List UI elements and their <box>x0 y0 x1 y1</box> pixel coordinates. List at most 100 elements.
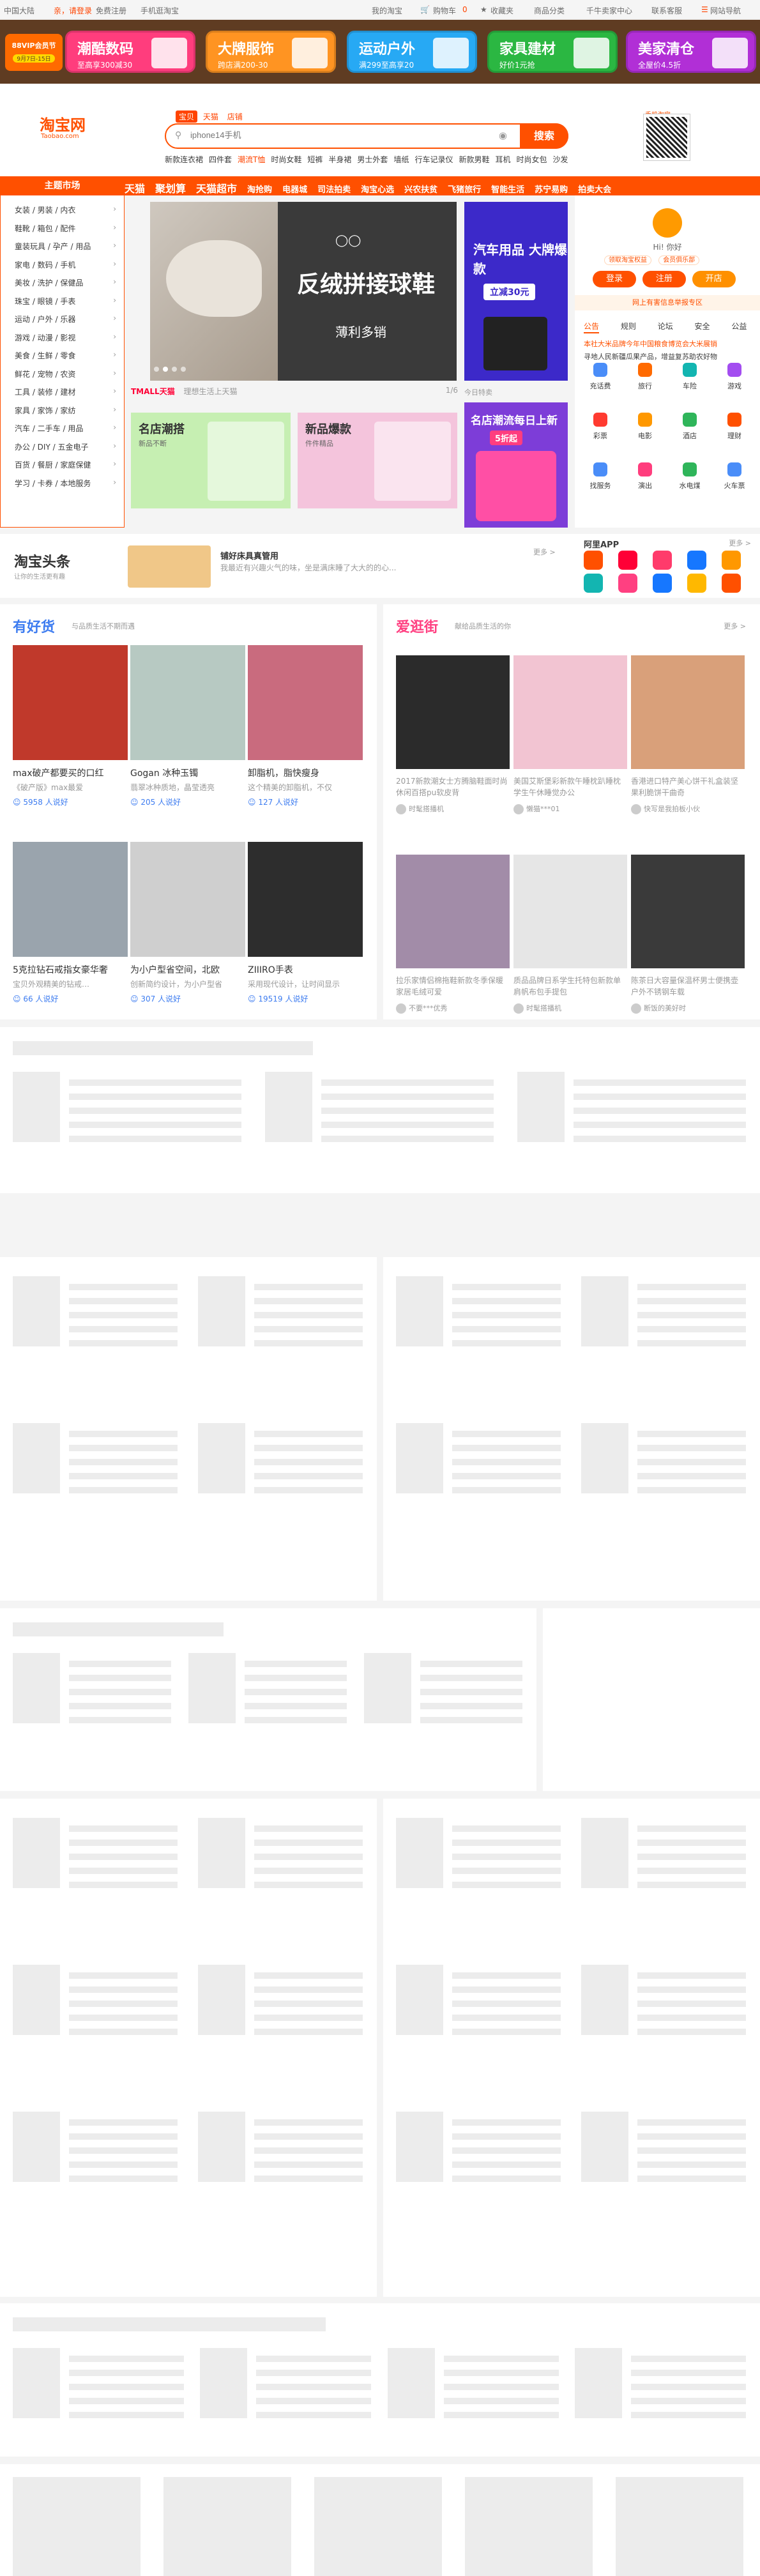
search-tab-tmall[interactable]: 天猫 <box>200 111 222 123</box>
promo-card[interactable]: 家具建材 好价1元抢 <box>487 31 618 73</box>
product-card[interactable]: 为小户型省空间，北欧 创新简约设计，为小户型省 ☺ 307 人说好 <box>130 842 245 1004</box>
login-link[interactable]: 亲，请登录 <box>54 5 92 16</box>
hot-word-link[interactable]: 半身裙 <box>328 155 351 164</box>
category-item[interactable]: 汽车 / 二手车 / 用品 <box>15 423 83 434</box>
hot-word-link[interactable]: 新款连衣裙 <box>165 155 203 164</box>
promo-card[interactable]: 美家清仓 全屋价4.5折 <box>626 31 756 73</box>
search-tab-shop[interactable]: 店铺 <box>224 111 246 123</box>
nav-item[interactable]: 智能生活 <box>491 185 524 195</box>
street-card[interactable]: 香港进口特产美心饼干礼盒装坚果利脆饼干曲奇 快写是我拍板小伙 <box>631 655 745 814</box>
street-card[interactable]: 2017新款潮女士方腾脑鞋面时尚休闲百搭pu软皮背 时髦搭播机 <box>396 655 510 814</box>
nav-item[interactable]: 淘宝心选 <box>361 185 394 195</box>
nav-item[interactable]: 司法拍卖 <box>317 185 351 195</box>
service-item[interactable]: 找服务 <box>581 462 619 491</box>
nav-item[interactable]: 天猫 <box>125 183 145 195</box>
register-button[interactable]: 注册 <box>642 271 686 287</box>
search-button[interactable]: 搜索 <box>520 123 568 149</box>
tab-notice[interactable]: 公告 <box>584 322 600 333</box>
hot-word-link[interactable]: 时尚女鞋 <box>271 155 301 164</box>
nav-item[interactable]: 飞猪旅行 <box>448 185 481 195</box>
hot-word-link[interactable]: 沙发 <box>553 155 568 164</box>
taobao-logo[interactable]: 淘宝网 <box>40 112 86 135</box>
app-icon[interactable] <box>618 574 637 593</box>
nav-item[interactable]: 拍卖大会 <box>578 185 611 195</box>
favorites-link[interactable]: 收藏夹 <box>490 5 513 16</box>
street-card[interactable]: 质品品牌日系学生托特包新款单肩帆布包手提包 时髦搭播机 <box>513 855 627 1014</box>
category-item[interactable]: 珠宝 / 眼镜 / 手表 <box>15 296 75 307</box>
aiguangjie-title[interactable]: 爱逛街 <box>396 616 438 636</box>
app-icon[interactable] <box>584 551 603 570</box>
cart-icon[interactable]: 🛒 <box>420 5 430 14</box>
service-item[interactable]: 酒店 <box>671 413 709 441</box>
service-item[interactable]: 演出 <box>626 462 664 491</box>
banner-dots[interactable] <box>154 365 190 374</box>
street-card[interactable]: 拉乐家情侣棉拖鞋新款冬季保暖家居毛绒可爱 不要***优秀 <box>396 855 510 1014</box>
app-icon[interactable] <box>653 574 672 593</box>
app-icon[interactable] <box>722 551 741 570</box>
product-card[interactable]: max破产都要买的口红 《破产版》max最爱 ☺ 5958 人说好 <box>13 645 128 807</box>
app-icon[interactable] <box>722 574 741 593</box>
headline-title[interactable]: 铺好床具真管用 <box>220 549 278 561</box>
fashion-ad[interactable]: 名店潮流每日上新 5折起 <box>464 402 568 528</box>
hot-word-link[interactable]: 男士外套 <box>357 155 388 164</box>
sitemap-link[interactable]: 网站导航 <box>710 5 741 16</box>
nav-item[interactable]: 天猫超市 <box>196 183 237 195</box>
category-item[interactable]: 办公 / DIY / 五金电子 <box>15 441 88 452</box>
category-item[interactable]: 家电 / 数码 / 手机 <box>15 259 75 270</box>
hot-word-link[interactable]: 新款男鞋 <box>459 155 489 164</box>
apps-more-link[interactable]: 更多 > <box>729 538 751 548</box>
category-item[interactable]: 美食 / 生鲜 / 零食 <box>15 350 75 361</box>
product-card[interactable]: Gogan 冰种玉镯 翡翠冰种质地，晶莹透亮 ☺ 205 人说好 <box>130 645 245 807</box>
hot-word-link[interactable]: 行车记录仪 <box>414 155 453 164</box>
service-item[interactable]: 充话费 <box>581 363 619 391</box>
service-item[interactable]: 彩票 <box>581 413 619 441</box>
nav-item[interactable]: 兴农扶贫 <box>404 185 437 195</box>
app-icon[interactable] <box>584 574 603 593</box>
category-item[interactable]: 鞋靴 / 箱包 / 配件 <box>15 223 75 234</box>
nav-item[interactable]: 聚划算 <box>155 183 186 195</box>
tmall-card[interactable]: 名店潮搭 新品不断 <box>131 413 291 508</box>
cart-link[interactable]: 购物车 <box>433 5 456 16</box>
login-button[interactable]: 登录 <box>593 271 636 287</box>
nav-item[interactable]: 电器城 <box>282 185 307 195</box>
my-taobao-link[interactable]: 我的淘宝 <box>372 5 402 16</box>
contact-link[interactable]: 联系客服 <box>651 5 682 16</box>
register-link[interactable]: 免费注册 <box>96 5 126 16</box>
promo-card[interactable]: 大牌服饰 跨店满200-30 <box>206 31 336 73</box>
search-tab-baobei[interactable]: 宝贝 <box>176 111 198 123</box>
service-item[interactable]: 电影 <box>626 413 664 441</box>
news-item[interactable]: 寻地人民新疆瓜果产品，增益复苏助农好物 <box>584 351 717 362</box>
region-selector[interactable]: 中国大陆 <box>4 5 34 16</box>
category-item[interactable]: 工具 / 装修 / 建材 <box>15 386 75 397</box>
seller-center-link[interactable]: 千牛卖家中心 <box>586 5 632 16</box>
product-card[interactable]: 5克拉钻石戒指女豪华奢 宝贝外观精美的钻戒… ☺ 66 人说好 <box>13 842 128 1004</box>
street-card[interactable]: 美国艾斯堡彩新款午睡枕趴睡枕学生午休睡觉办公 懒猫***01 <box>513 655 627 814</box>
main-banner[interactable]: ◯◯ 反绒拼接球鞋 薄利多销 <box>150 202 457 381</box>
car-ad-button[interactable]: 立减30元 <box>483 284 536 300</box>
app-icon[interactable] <box>687 574 706 593</box>
service-item[interactable]: 水电煤 <box>671 462 709 491</box>
hot-word-link[interactable]: 墙纸 <box>393 155 409 164</box>
service-item[interactable]: 旅行 <box>626 363 664 391</box>
category-item[interactable]: 学习 / 卡券 / 本地服务 <box>15 478 91 489</box>
aiguangjie-more-link[interactable]: 更多 > <box>724 621 746 631</box>
car-ad[interactable]: 汽车用品 大牌爆款 立减30元 <box>464 202 568 381</box>
tmall-card[interactable]: 新品爆款 件件精品 <box>298 413 457 508</box>
promo-card[interactable]: 潮酷数码 至高享300减30 <box>65 31 195 73</box>
report-banner[interactable]: 网上有害信息举报专区 <box>575 295 760 310</box>
service-item[interactable]: 游戏 <box>715 363 754 391</box>
category-item[interactable]: 女装 / 男装 / 内衣 <box>15 204 75 215</box>
haohuo-title[interactable]: 有好货 <box>13 616 55 636</box>
tab-rules[interactable]: 规则 <box>621 322 636 331</box>
category-item[interactable]: 游戏 / 动漫 / 影视 <box>15 332 75 343</box>
news-item[interactable]: 本社大米品牌今年中国粮食博览会大米展销 <box>584 339 717 349</box>
product-card[interactable]: ZIIIRO手表 采用现代设计，让时间显示 ☺ 19519 人说好 <box>248 842 363 1004</box>
category-item[interactable]: 家具 / 家饰 / 家纺 <box>15 405 75 416</box>
service-item[interactable]: 火车票 <box>715 462 754 491</box>
product-card[interactable]: 卸脂机，脂快瘦身 这个精美的卸脂机，不仅 ☺ 127 人说好 <box>248 645 363 807</box>
camera-icon[interactable]: ◉ <box>499 130 507 141</box>
service-item[interactable]: 车险 <box>671 363 709 391</box>
headline-image[interactable] <box>128 545 211 588</box>
club-tag[interactable]: 会员俱乐部 <box>658 255 700 265</box>
categories-link[interactable]: 商品分类 <box>534 5 565 16</box>
